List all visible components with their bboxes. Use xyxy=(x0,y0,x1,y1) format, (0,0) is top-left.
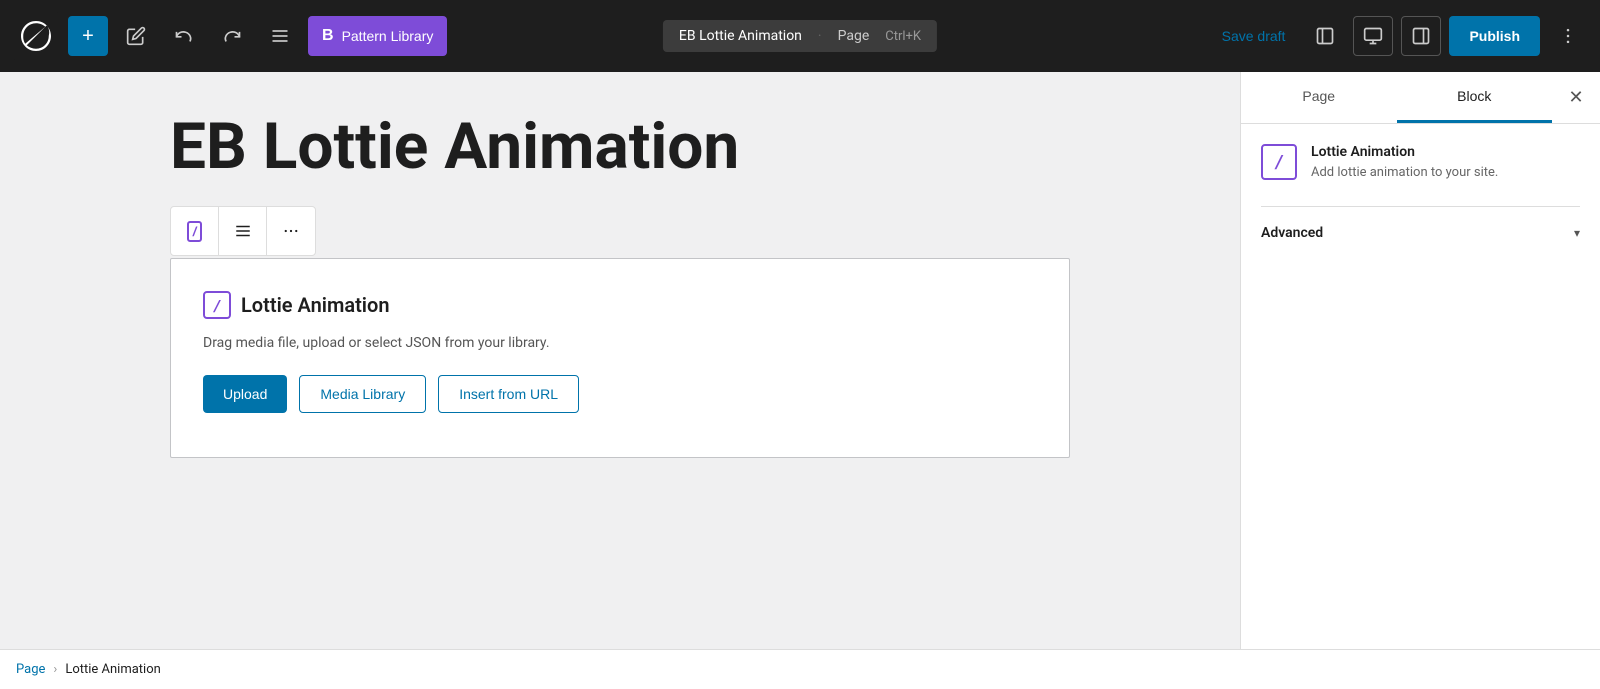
block-info-title: Lottie Animation xyxy=(1311,144,1498,160)
more-options-button[interactable] xyxy=(1548,16,1588,56)
tab-page[interactable]: Page xyxy=(1241,72,1397,123)
block-more-button[interactable] xyxy=(267,207,315,255)
sidebar-close-button[interactable]: ✕ xyxy=(1556,78,1596,118)
publish-button[interactable]: Publish xyxy=(1449,16,1540,56)
document-subtitle: Page xyxy=(838,28,870,44)
lottie-block-icon: / xyxy=(203,291,231,319)
lottie-block-buttons: Upload Media Library Insert from URL xyxy=(203,375,1037,413)
top-bar: + B Pattern Library EB Lottie Animation … xyxy=(0,0,1600,72)
lottie-block-title: Lottie Animation xyxy=(241,293,390,317)
undo-button[interactable] xyxy=(164,16,204,56)
breadcrumb: Page › Lottie Animation xyxy=(0,649,1600,689)
lottie-block: / Lottie Animation Drag media file, uplo… xyxy=(170,258,1070,458)
upload-button[interactable]: Upload xyxy=(203,375,287,413)
sidebar-toggle-button[interactable] xyxy=(1401,16,1441,56)
block-align-button[interactable] xyxy=(219,207,267,255)
tab-block[interactable]: Block xyxy=(1397,72,1553,123)
document-title: EB Lottie Animation xyxy=(679,28,802,44)
media-library-button[interactable]: Media Library xyxy=(299,375,426,413)
breadcrumb-page[interactable]: Page xyxy=(16,662,45,677)
save-draft-button[interactable]: Save draft xyxy=(1210,20,1298,52)
page-title[interactable]: EB Lottie Animation xyxy=(170,112,1070,182)
document-title-area: EB Lottie Animation · Page Ctrl+K xyxy=(663,20,937,52)
pattern-library-label: Pattern Library xyxy=(342,28,434,44)
sidebar-content: / Lottie Animation Add lottie animation … xyxy=(1241,124,1600,649)
lottie-block-header: / Lottie Animation xyxy=(203,291,1037,319)
insert-from-url-button[interactable]: Insert from URL xyxy=(438,375,579,413)
view-button[interactable] xyxy=(1305,16,1345,56)
chevron-down-icon: ▾ xyxy=(1574,226,1580,240)
lottie-block-description: Drag media file, upload or select JSON f… xyxy=(203,335,1037,351)
pattern-library-button[interactable]: B Pattern Library xyxy=(308,16,447,56)
advanced-header[interactable]: Advanced ▾ xyxy=(1261,211,1580,255)
top-bar-right: Save draft Publish xyxy=(1210,16,1588,56)
settings-icon-button[interactable] xyxy=(1353,16,1393,56)
breadcrumb-separator: › xyxy=(53,662,57,677)
advanced-section: Advanced ▾ xyxy=(1261,206,1580,255)
edit-tool-button[interactable] xyxy=(116,16,156,56)
block-info-icon: / xyxy=(1261,144,1297,180)
wp-logo[interactable] xyxy=(12,12,60,60)
add-block-button[interactable]: + xyxy=(68,16,108,56)
sidebar: Page Block ✕ / Lottie Animation Add lott… xyxy=(1240,72,1600,649)
block-info-text: Lottie Animation Add lottie animation to… xyxy=(1311,144,1498,182)
block-toolbar: / xyxy=(170,206,316,256)
block-info: / Lottie Animation Add lottie animation … xyxy=(1261,144,1580,182)
editor-area: EB Lottie Animation / xyxy=(0,72,1240,649)
block-info-description: Add lottie animation to your site. xyxy=(1311,164,1498,182)
redo-button[interactable] xyxy=(212,16,252,56)
sidebar-header: Page Block ✕ xyxy=(1241,72,1600,124)
breadcrumb-current: Lottie Animation xyxy=(65,662,161,677)
keyboard-shortcut: Ctrl+K xyxy=(885,29,921,44)
main-content: EB Lottie Animation / xyxy=(0,72,1600,649)
editor-canvas: EB Lottie Animation / xyxy=(170,112,1070,458)
document-title-container[interactable]: EB Lottie Animation · Page Ctrl+K xyxy=(663,20,937,52)
list-view-button[interactable] xyxy=(260,16,300,56)
advanced-label: Advanced xyxy=(1261,225,1323,241)
block-edit-button[interactable]: / xyxy=(171,207,219,255)
